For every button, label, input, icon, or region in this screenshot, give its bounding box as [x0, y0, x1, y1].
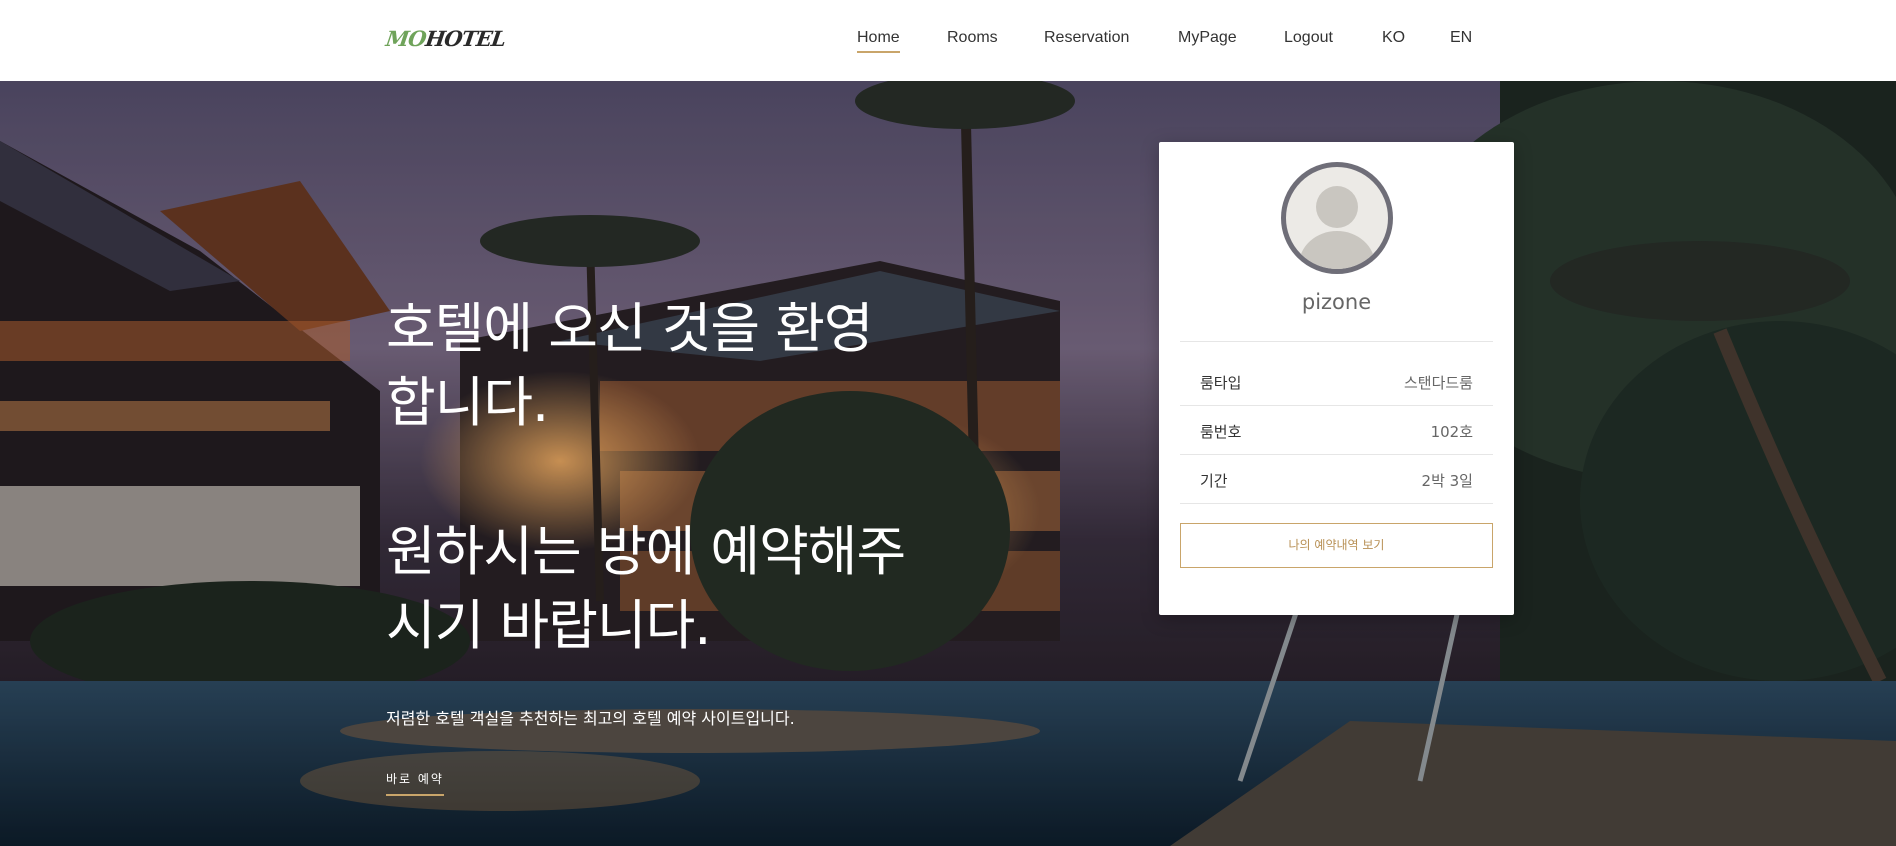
- info-key: 기간: [1200, 472, 1228, 490]
- hero-title-line: 호텔에 오신 것을 환영: [386, 297, 874, 360]
- info-value: 102호: [1430, 423, 1473, 441]
- hero-section: 호텔에 오신 것을 환영 합니다. 원하시는 방에 예약해주 시기 바랍니다. …: [0, 81, 1896, 846]
- nav-home[interactable]: Home: [857, 28, 900, 53]
- user-avatar-icon: [1281, 162, 1393, 274]
- nav-lang-en[interactable]: EN: [1450, 28, 1472, 52]
- info-value: 2박 3일: [1421, 472, 1473, 490]
- site-logo[interactable]: MOHOTEL: [384, 26, 507, 52]
- view-my-reservations-button[interactable]: 나의 예약내역 보기: [1180, 523, 1493, 568]
- nav-logout[interactable]: Logout: [1284, 28, 1333, 52]
- info-value: 스탠다드룸: [1403, 374, 1473, 392]
- site-header: MOHOTEL Home Rooms Reservation MyPage Lo…: [0, 0, 1896, 81]
- hero-title-part1: 호텔에 오신 것을 환영 합니다.: [386, 292, 966, 440]
- profile-username: pizone: [1301, 290, 1372, 314]
- nav-reservation[interactable]: Reservation: [1044, 28, 1129, 52]
- info-key: 룸번호: [1200, 423, 1242, 441]
- hero-title-part2: 원하시는 방에 예약해주 시기 바랍니다.: [386, 515, 966, 663]
- hero-subtitle: 저렴한 호텔 객실을 추천하는 최고의 호텔 예약 사이트입니다.: [386, 709, 795, 728]
- hero-title-line: 시기 바랍니다.: [386, 594, 711, 657]
- logo-part-hotel: HOTEL: [423, 26, 507, 51]
- hero-title-line: 합니다.: [386, 371, 549, 434]
- profile-divider: [1180, 341, 1493, 342]
- info-row-room-number: 룸번호 102호: [1180, 406, 1493, 455]
- nav-lang-ko[interactable]: KO: [1382, 28, 1405, 52]
- info-key: 룸타입: [1200, 374, 1242, 392]
- info-row-room-type: 룸타입 스탠다드룸: [1180, 357, 1493, 406]
- reservation-profile-card: pizone 룸타입 스탠다드룸 룸번호 102호 기간 2박 3일 나의 예약…: [1159, 142, 1514, 615]
- hero-title-line: 원하시는 방에 예약해주: [386, 520, 906, 583]
- logo-part-mo: MO: [384, 26, 428, 51]
- book-now-link[interactable]: 바로 예약: [386, 770, 444, 796]
- info-row-period: 기간 2박 3일: [1180, 455, 1493, 504]
- nav-mypage[interactable]: MyPage: [1178, 28, 1237, 52]
- hero-background-image: [0, 81, 1896, 846]
- nav-rooms[interactable]: Rooms: [947, 28, 998, 52]
